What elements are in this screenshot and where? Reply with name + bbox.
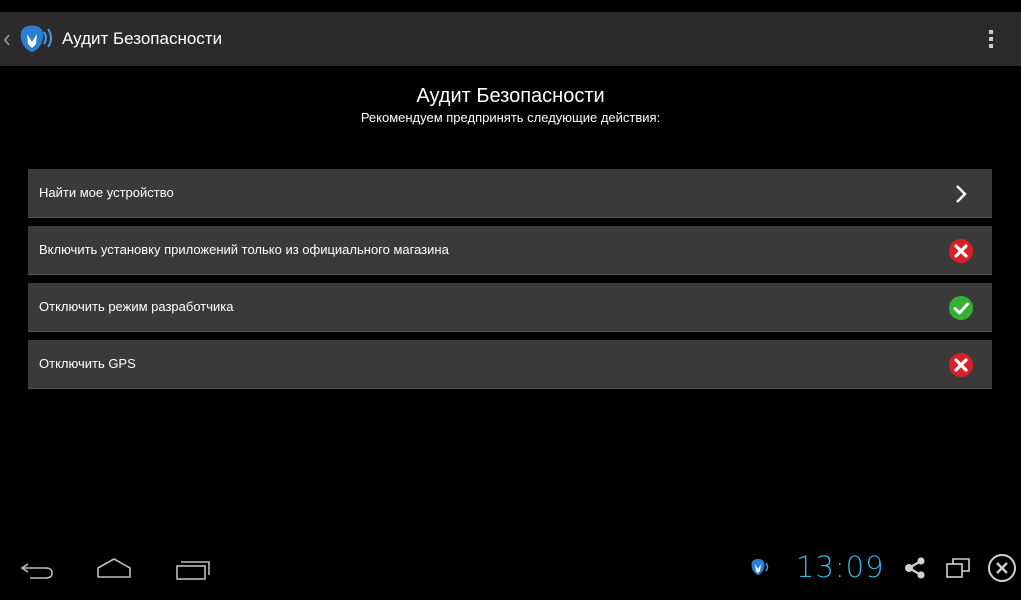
ok-check-icon bbox=[949, 296, 973, 320]
system-clock[interactable]: 13:09 bbox=[796, 550, 885, 584]
fail-x-icon bbox=[949, 353, 973, 377]
audit-item-gps[interactable]: Отключить GPS bbox=[28, 340, 992, 389]
status-bar bbox=[0, 0, 1021, 12]
recent-apps-icon[interactable] bbox=[172, 553, 212, 583]
fail-x-icon bbox=[949, 239, 973, 263]
action-bar: Аудит Безопасности bbox=[0, 12, 1021, 66]
malwarebytes-tray-icon[interactable] bbox=[748, 556, 774, 578]
overflow-menu-button[interactable] bbox=[978, 24, 1004, 54]
audit-item-label: Отключить GPS bbox=[39, 356, 136, 371]
audit-item-label: Найти мое устройство bbox=[39, 185, 174, 200]
page-heading: Аудит Безопасности Рекомендуем предприня… bbox=[0, 84, 1021, 126]
back-icon[interactable] bbox=[18, 553, 58, 583]
page-title: Аудит Безопасности bbox=[416, 85, 605, 107]
window-icon[interactable] bbox=[944, 555, 972, 581]
up-caret-icon[interactable] bbox=[2, 32, 12, 48]
chevron-right-icon bbox=[956, 185, 967, 203]
audit-item-label: Отключить режим разработчика bbox=[39, 299, 234, 314]
audit-list: Найти мое устройство Включить установку … bbox=[28, 169, 992, 397]
overflow-dot bbox=[989, 44, 993, 48]
action-bar-title: Аудит Безопасности bbox=[62, 29, 223, 48]
system-navigation-bar: 13:09 bbox=[0, 536, 1021, 600]
home-icon[interactable] bbox=[94, 553, 134, 583]
close-circle-icon[interactable] bbox=[986, 552, 1018, 584]
malwarebytes-logo-icon[interactable] bbox=[16, 22, 54, 56]
overflow-dot bbox=[989, 30, 993, 34]
audit-item-official-store[interactable]: Включить установку приложений только из … bbox=[28, 226, 992, 275]
audit-item-find-device[interactable]: Найти мое устройство bbox=[28, 169, 992, 218]
overflow-dot bbox=[989, 37, 993, 41]
share-icon[interactable] bbox=[902, 555, 928, 581]
audit-item-label: Включить установку приложений только из … bbox=[39, 242, 449, 257]
audit-item-developer-mode[interactable]: Отключить режим разработчика bbox=[28, 283, 992, 332]
page-subtitle: Рекомендуем предпринять следующие действ… bbox=[360, 110, 661, 125]
